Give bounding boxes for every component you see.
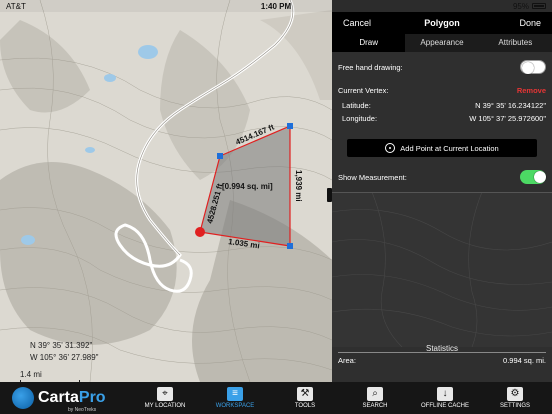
crosshair-icon [385, 143, 396, 153]
add-point-label: Add Point at Current Location [400, 143, 499, 153]
vertex-handle[interactable] [287, 243, 293, 249]
map-scale: 1.4 mi [20, 370, 80, 382]
brand-subtitle: by NeoTreks [68, 407, 97, 413]
download-icon: ↓ [437, 387, 453, 401]
done-button[interactable]: Done [519, 18, 541, 28]
toolbar-label: WORKSPACE [215, 403, 255, 409]
current-vertex-marker[interactable] [195, 227, 205, 237]
current-vertex-row: Current Vertex: Remove [338, 86, 546, 95]
brand-name: CartaPro [38, 389, 106, 407]
polygon-panel: Cancel Polygon Done Draw Appearance Attr… [332, 0, 552, 382]
brand-name-carta: Carta [38, 389, 79, 406]
remove-vertex-button[interactable]: Remove [517, 86, 546, 95]
brand-name-pro: Pro [78, 389, 106, 406]
tab-appearance[interactable]: Appearance [405, 34, 478, 52]
map-view[interactable]: 4514.167 ft 1,939 mi 1.035 mi 4528.251 f… [0, 0, 332, 382]
settings-icon: ⚙ [507, 387, 523, 401]
toolbar-label: SEARCH [362, 403, 388, 409]
add-point-button[interactable]: Add Point at Current Location [347, 139, 537, 157]
tools-icon: ⚒ [297, 387, 313, 401]
longitude-value: W 105° 37' 25.972600" [469, 114, 546, 123]
area-value: 0.994 sq. mi. [503, 356, 546, 365]
tab-attributes[interactable]: Attributes [479, 34, 552, 52]
brand-logo-area: CartaPro by NeoTreks [0, 382, 130, 414]
area-row: Area: 0.994 sq. mi. [338, 356, 546, 365]
edge-label-right: 1,939 mi [294, 170, 303, 202]
panel-tabs: Draw Appearance Attributes [332, 34, 552, 52]
status-bar: AT&T 1:40 PM 95% [0, 0, 552, 12]
coord-longitude: W 105° 36' 27.989" [30, 353, 99, 362]
toolbar-offline-cache[interactable]: ↓ OFFLINE CACHE [410, 382, 480, 414]
layers-icon: ≡ [227, 387, 243, 401]
longitude-row: Longitude: W 105° 37' 25.972600" [342, 114, 546, 123]
current-vertex-label: Current Vertex: [338, 86, 389, 95]
toolbar-tools[interactable]: ⚒ TOOLS [270, 382, 340, 414]
vertex-handle[interactable] [287, 123, 293, 129]
toolbar-label: OFFLINE CACHE [420, 403, 469, 409]
latitude-label: Latitude: [342, 101, 371, 110]
statistics-divider [338, 352, 546, 353]
bottom-toolbar: CartaPro by NeoTreks ⌖ MY LOCATION ≡ WOR… [0, 382, 552, 414]
status-time: 1:40 PM [260, 1, 292, 11]
coord-latitude: N 39° 35' 31.392" [30, 341, 93, 350]
panel-nav-bar: Cancel Polygon Done [332, 12, 552, 34]
topo-map: 4514.167 ft 1,939 mi 1.035 mi 4528.251 f… [0, 0, 332, 382]
toolbar-label: MY LOCATION [144, 403, 186, 409]
latitude-row: Latitude: N 39° 35' 16.234122" [342, 101, 546, 110]
freehand-label: Free hand drawing: [338, 62, 403, 72]
toolbar-my-location[interactable]: ⌖ MY LOCATION [130, 382, 200, 414]
show-measurement-row: Show Measurement: [338, 170, 546, 184]
panel-map-background [332, 192, 552, 347]
search-icon: ⌕ [367, 387, 383, 401]
longitude-label: Longitude: [342, 114, 378, 123]
scale-label: 1.4 mi [20, 370, 42, 379]
area-label: Area: [338, 356, 356, 365]
show-measurement-toggle[interactable] [520, 170, 546, 184]
toolbar-workspace[interactable]: ≡ WORKSPACE [200, 382, 270, 414]
toolbar-settings[interactable]: ⚙ SETTINGS [480, 382, 550, 414]
freehand-toggle[interactable] [520, 60, 546, 74]
freehand-row: Free hand drawing: [338, 60, 546, 74]
battery-icon [532, 3, 546, 9]
vertex-handle[interactable] [217, 153, 223, 159]
map-coordinates: N 39° 35' 31.392" W 105° 36' 27.989" [30, 340, 99, 364]
show-measurement-label: Show Measurement: [338, 172, 407, 182]
location-icon: ⌖ [157, 387, 173, 401]
tab-draw[interactable]: Draw [332, 34, 406, 52]
carta-logo-icon [12, 387, 34, 409]
toggle-knob [534, 171, 546, 183]
polygon-area-label: [0.994 sq. mi] [222, 182, 273, 191]
toggle-knob [522, 62, 534, 74]
toolbar-label: TOOLS [294, 403, 316, 409]
panel-divider [332, 192, 552, 193]
toolbar-label: SETTINGS [499, 403, 530, 409]
toolbar-search[interactable]: ⌕ SEARCH [340, 382, 410, 414]
latitude-value: N 39° 35' 16.234122" [475, 101, 546, 110]
